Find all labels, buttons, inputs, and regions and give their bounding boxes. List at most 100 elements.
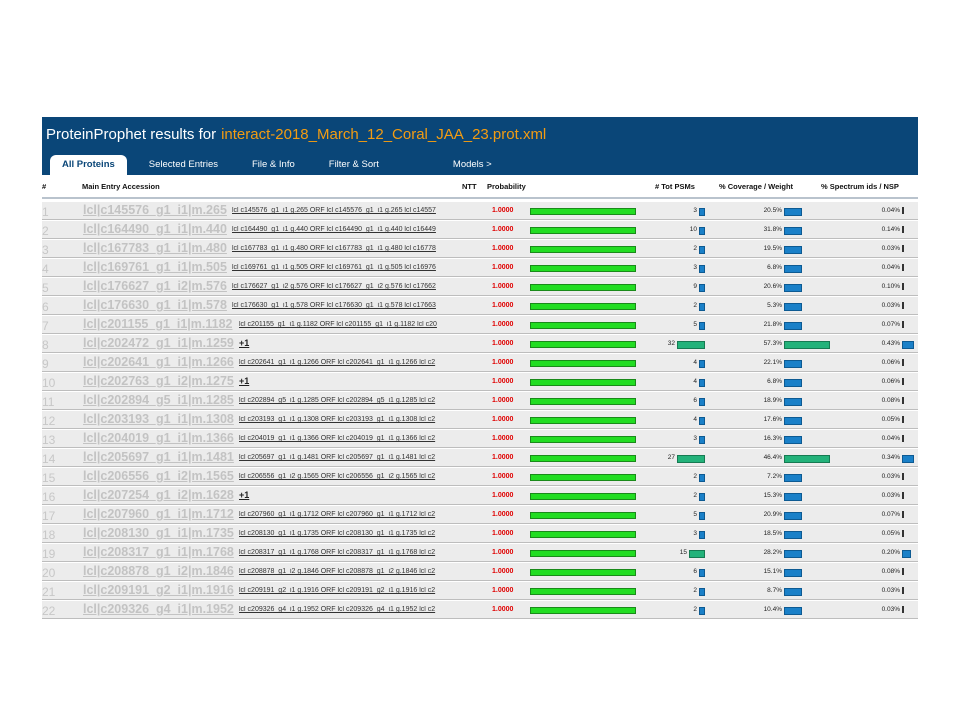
description-link[interactable]: lcl c208317_g1_i1 g.1768 ORF lcl c208317…: [239, 549, 462, 556]
accession-link[interactable]: lcl|c209326_g4_i1|m.1952: [83, 602, 234, 616]
description-link[interactable]: lcl c204019_g1_i1 g.1366 ORF lcl c204019…: [239, 435, 462, 442]
description-link[interactable]: lcl c164490_g1_i1 g.440 ORF lcl c164490_…: [232, 226, 462, 233]
tab-file-info[interactable]: File & Info: [240, 155, 307, 175]
accession-link[interactable]: lcl|c207254_g1_i2|m.1628: [83, 488, 234, 502]
description-link[interactable]: lcl c205697_g1_i1 g.1481 ORF lcl c205697…: [239, 454, 462, 461]
description-link[interactable]: lcl c209191_g2_i1 g.1916 ORF lcl c209191…: [239, 587, 462, 594]
coverage-value: 31.8%: [763, 226, 782, 233]
accession-link[interactable]: lcl|c204019_g1_i1|m.1366: [83, 431, 234, 445]
column-header-probability[interactable]: Probability: [487, 182, 526, 191]
column-header-num[interactable]: #: [42, 182, 46, 191]
column-header-spectrum[interactable]: % Spectrum ids / NSP: [821, 182, 899, 191]
probability-value: 1.0000: [492, 511, 514, 518]
psm-bar: [677, 341, 705, 349]
description-link[interactable]: lcl c176627_g1_i2 g.576 ORF lcl c176627_…: [232, 283, 462, 290]
tab-models[interactable]: Models >: [441, 155, 504, 175]
psm-count: 3: [693, 435, 697, 442]
description-link[interactable]: lcl c203193_g1_i1 g.1308 ORF lcl c203193…: [239, 416, 462, 423]
psm-count: 3: [693, 264, 697, 271]
table-row: 5 lcl|c176627_g1_i2|m.576 lcl c176627_g1_i…: [42, 277, 918, 296]
coverage-bar: [784, 322, 802, 330]
accession-link[interactable]: lcl|c203193_g1_i1|m.1308: [83, 412, 234, 426]
row-number: 3: [42, 243, 49, 257]
tab-all-proteins[interactable]: All Proteins: [50, 155, 127, 175]
probability-value: 1.0000: [492, 530, 514, 537]
probability-bar: [530, 512, 636, 519]
probability-bar: [530, 379, 636, 386]
probability-value: 1.0000: [492, 549, 514, 556]
spectrum-bar: [902, 550, 911, 558]
accession-link[interactable]: lcl|c176627_g1_i2|m.576: [83, 279, 227, 293]
description-link[interactable]: lcl c202894_g5_i1 g.1285 ORF lcl c202894…: [239, 397, 462, 404]
description-link[interactable]: lcl c145576_g1_i1 g.265 ORF lcl c145576_…: [232, 207, 462, 214]
indistinguishable-link[interactable]: +1: [239, 338, 249, 348]
row-number: 1: [42, 205, 49, 219]
description-link[interactable]: lcl c202641_g1_i1 g.1266 ORF lcl c202641…: [239, 359, 462, 366]
coverage-value: 19.5%: [763, 245, 782, 252]
description-link[interactable]: lcl c207960_g1_i1 g.1712 ORF lcl c207960…: [239, 511, 462, 518]
accession-link[interactable]: lcl|c145576_g1_i1|m.265: [83, 203, 227, 217]
probability-bar: [530, 284, 636, 291]
accession-link[interactable]: lcl|c176630_g1_i1|m.578: [83, 298, 227, 312]
tab-filter-sort[interactable]: Filter & Sort: [317, 155, 391, 175]
accession-link[interactable]: lcl|c209191_g2_i1|m.1916: [83, 583, 234, 597]
accession-link[interactable]: lcl|c164490_g1_i1|m.440: [83, 222, 227, 236]
probability-value: 1.0000: [492, 397, 514, 404]
indistinguishable-link[interactable]: +1: [239, 376, 249, 386]
spectrum-value: 0.06%: [881, 359, 900, 366]
probability-bar: [530, 227, 636, 234]
description-link[interactable]: lcl c209326_g4_i1 g.1952 ORF lcl c209326…: [239, 606, 462, 613]
accession-link[interactable]: lcl|c208878_g1_i2|m.1846: [83, 564, 234, 578]
row-number: 2: [42, 224, 49, 238]
accession-link[interactable]: lcl|c208130_g1_i1|m.1735: [83, 526, 234, 540]
description-link[interactable]: lcl c206556_g1_i2 g.1565 ORF lcl c206556…: [239, 473, 462, 480]
description-link[interactable]: lcl c167783_g1_i1 g.480 ORF lcl c167783_…: [232, 245, 462, 252]
psm-count: 4: [693, 378, 697, 385]
accession-link[interactable]: lcl|c208317_g1_i1|m.1768: [83, 545, 234, 559]
description-link[interactable]: lcl c208130_g1_i1 g.1735 ORF lcl c208130…: [239, 530, 462, 537]
accession-link[interactable]: lcl|c206556_g1_i2|m.1565: [83, 469, 234, 483]
coverage-bar: [784, 531, 802, 539]
spectrum-bar: [902, 606, 904, 613]
spectrum-bar: [902, 283, 904, 290]
column-header-row: # Main Entry Accession NTT Probability #…: [42, 175, 918, 199]
row-number: 9: [42, 357, 49, 371]
probability-bar: [530, 341, 636, 348]
tab-selected-entries[interactable]: Selected Entries: [137, 155, 230, 175]
spectrum-value: 0.05%: [881, 416, 900, 423]
accession-link[interactable]: lcl|c202472_g1_i1|m.1259: [83, 336, 234, 350]
description-link[interactable]: lcl c201155_g1_i1 g.1182 ORF lcl c201155…: [239, 321, 462, 328]
coverage-bar: [784, 246, 802, 254]
psm-bar: [699, 360, 705, 368]
accession-link[interactable]: lcl|c167783_g1_i1|m.480: [83, 241, 227, 255]
accession-link[interactable]: lcl|c202894_g5_i1|m.1285: [83, 393, 234, 407]
description-link[interactable]: lcl c208878_g1_i2 g.1846 ORF lcl c208878…: [239, 568, 462, 575]
indistinguishable-link[interactable]: +1: [239, 490, 249, 500]
table-row: 1 lcl|c145576_g1_i1|m.265 lcl c145576_g1_i…: [42, 201, 918, 220]
accession-link[interactable]: lcl|c201155_g1_i1|m.1182: [83, 317, 233, 331]
table-row: 18 lcl|c208130_g1_i1|m.1735 lcl c208130_g1…: [42, 524, 918, 543]
coverage-value: 22.1%: [763, 359, 782, 366]
spectrum-value: 0.03%: [881, 492, 900, 499]
probability-value: 1.0000: [492, 378, 514, 385]
column-header-psms[interactable]: # Tot PSMs: [655, 182, 695, 191]
description-link[interactable]: lcl c176630_g1_i1 g.578 ORF lcl c176630_…: [232, 302, 462, 309]
description-link[interactable]: lcl c169761_g1_i1 g.505 ORF lcl c169761_…: [232, 264, 462, 271]
probability-bar: [530, 550, 636, 557]
accession-link[interactable]: lcl|c205697_g1_i1|m.1481: [83, 450, 234, 464]
column-header-coverage[interactable]: % Coverage / Weight: [719, 182, 793, 191]
probability-value: 1.0000: [492, 321, 514, 328]
column-header-accession[interactable]: Main Entry Accession: [82, 182, 160, 191]
coverage-bar: [784, 512, 802, 520]
accession-link[interactable]: lcl|c202763_g1_i2|m.1275: [83, 374, 234, 388]
column-header-ntt[interactable]: NTT: [462, 182, 477, 191]
probability-value: 1.0000: [492, 283, 514, 290]
spectrum-bar: [902, 416, 904, 423]
row-number: 14: [42, 452, 56, 466]
accession-link[interactable]: lcl|c169761_g1_i1|m.505: [83, 260, 227, 274]
coverage-bar: [784, 227, 802, 235]
spectrum-value: 0.03%: [881, 473, 900, 480]
accession-link[interactable]: lcl|c202641_g1_i1|m.1266: [83, 355, 234, 369]
table-row: 22 lcl|c209326_g4_i1|m.1952 lcl c209326_g4…: [42, 600, 918, 619]
accession-link[interactable]: lcl|c207960_g1_i1|m.1712: [83, 507, 234, 521]
